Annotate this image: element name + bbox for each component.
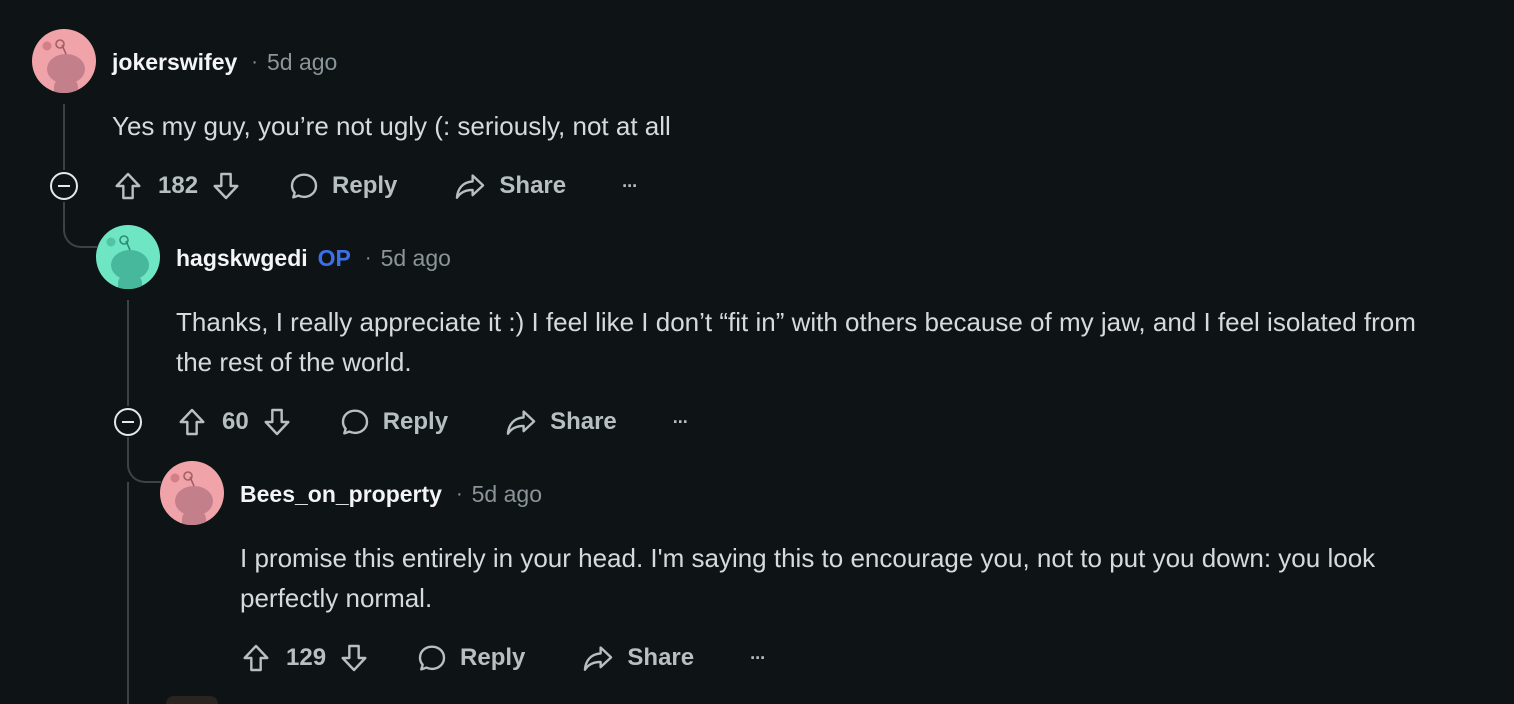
thread-branch-1 — [63, 202, 97, 248]
vote-score: 60 — [222, 408, 249, 435]
comment-body: I promise this entirely in your head. I'… — [240, 543, 1376, 613]
snoo-avatar-icon — [32, 29, 96, 93]
reply-bubble-icon — [418, 645, 446, 671]
username[interactable]: Bees_on_property — [240, 481, 442, 508]
thread-branch-2 — [127, 437, 161, 483]
reply-bubble-icon — [290, 173, 318, 199]
share-label: Share — [627, 644, 695, 671]
avatar[interactable] — [160, 461, 224, 525]
vote-score: 129 — [286, 644, 327, 671]
upvote-button[interactable] — [240, 642, 272, 674]
username[interactable]: jokerswifey — [112, 49, 237, 76]
share-button[interactable]: Share — [453, 170, 566, 202]
comment-meta: Bees_on_property · 5d ago — [240, 479, 542, 509]
vote-score: 182 — [158, 172, 199, 199]
meta-separator: · — [455, 482, 463, 505]
avatar[interactable] — [96, 225, 160, 289]
username[interactable]: hagskwgedi — [176, 245, 308, 272]
upvote-icon — [115, 172, 141, 200]
more-options-icon[interactable]: ··· — [622, 176, 638, 197]
thread-line-3 — [127, 482, 129, 704]
reply-label: Reply — [460, 644, 526, 671]
comment-body: Thanks, I really appreciate it :) I feel… — [176, 307, 1416, 377]
share-button[interactable]: Share — [504, 406, 617, 438]
share-arrow-icon — [456, 174, 485, 199]
upvote-button[interactable] — [112, 170, 144, 202]
snoo-avatar-icon — [96, 225, 160, 289]
collapse-thread-icon[interactable] — [50, 172, 78, 200]
downvote-icon — [213, 172, 239, 200]
avatar[interactable] — [32, 29, 96, 93]
share-arrow-icon — [506, 410, 536, 435]
comment-body: Yes my guy, you’re not ugly (: seriously… — [112, 111, 671, 141]
reply-label: Reply — [382, 408, 449, 435]
snoo-avatar-icon — [160, 461, 224, 525]
more-options-icon[interactable]: ··· — [750, 648, 766, 669]
thread-line-2 — [127, 300, 129, 406]
comment-actions: 129 Reply Share ··· — [240, 638, 766, 678]
share-button[interactable]: Share — [581, 642, 694, 674]
upvote-icon — [179, 408, 205, 436]
share-label: Share — [550, 408, 617, 435]
thread-line-1 — [63, 104, 65, 170]
more-options-icon[interactable]: ··· — [673, 412, 689, 433]
collapse-thread-icon[interactable] — [114, 408, 142, 436]
downvote-icon — [264, 408, 290, 436]
comment-meta: hagskwgedi OP · 5d ago — [176, 243, 451, 273]
timestamp[interactable]: 5d ago — [472, 481, 542, 508]
comment-actions: 182 Reply Share ··· — [112, 166, 638, 206]
op-badge: OP — [317, 244, 351, 271]
next-avatar-partial — [166, 696, 218, 704]
comment-meta: jokerswifey · 5d ago — [112, 47, 337, 77]
upvote-icon — [243, 644, 269, 672]
timestamp[interactable]: 5d ago — [381, 245, 451, 272]
upvote-button[interactable] — [176, 406, 208, 438]
reply-button[interactable]: Reply — [416, 642, 525, 674]
reply-button[interactable]: Reply — [288, 170, 397, 202]
downvote-icon — [341, 644, 367, 672]
reply-button[interactable]: Reply — [339, 406, 448, 438]
share-label: Share — [499, 172, 567, 199]
timestamp[interactable]: 5d ago — [267, 49, 337, 76]
downvote-button[interactable] — [210, 170, 242, 202]
comment-actions: 60 Reply Share ··· — [176, 402, 689, 442]
reply-bubble-icon — [341, 409, 368, 435]
downvote-button[interactable] — [261, 406, 293, 438]
meta-separator: · — [364, 246, 372, 269]
share-arrow-icon — [584, 646, 613, 671]
downvote-button[interactable] — [338, 642, 370, 674]
meta-separator: · — [251, 50, 258, 73]
reply-label: Reply — [332, 172, 398, 199]
